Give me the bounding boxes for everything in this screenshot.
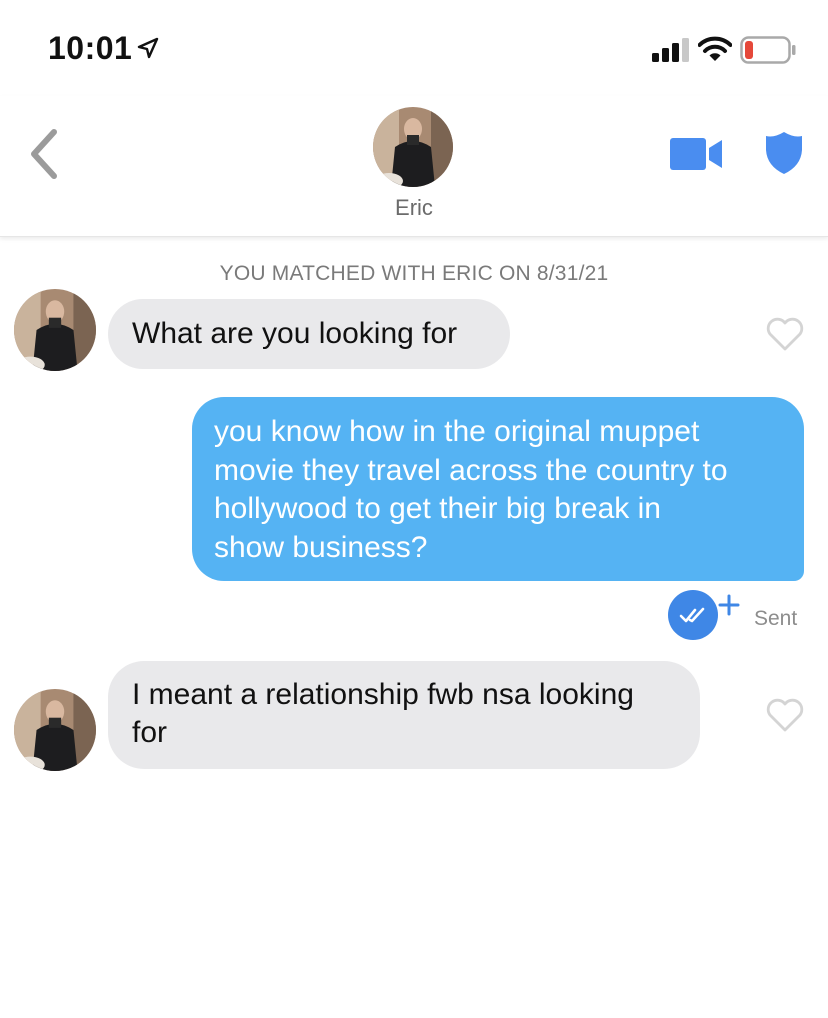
chat-header: Eric	[0, 96, 828, 237]
match-notice: YOU MATCHED WITH ERIC ON 8/31/21	[219, 262, 609, 285]
battery-low-icon	[740, 36, 796, 64]
message-bubble-incoming[interactable]: I meant a relationship fwb nsa looking f…	[108, 661, 700, 769]
avatar-photo	[373, 107, 453, 187]
avatar-photo	[14, 689, 96, 771]
message-line: for	[132, 716, 168, 749]
message-text: What are you looking for	[132, 317, 458, 350]
safety-shield-icon[interactable]	[764, 130, 804, 176]
header-avatar[interactable]	[373, 107, 453, 187]
message-line: you know how in the original muppet	[214, 415, 700, 448]
heart-icon[interactable]	[765, 697, 805, 733]
message-line: hollywood to get their big break in	[214, 492, 661, 525]
sender-avatar[interactable]	[14, 689, 96, 771]
read-receipt-badge[interactable]	[668, 590, 718, 640]
plus-icon[interactable]	[718, 594, 740, 616]
message-line: show business?	[214, 530, 428, 564]
sent-status: Sent	[754, 607, 798, 630]
location-arrow-icon	[137, 37, 159, 59]
sender-avatar[interactable]	[14, 289, 96, 371]
message-bubble-incoming[interactable]: What are you looking for	[108, 299, 510, 369]
message-bubble-outgoing[interactable]: you know how in the original muppet movi…	[192, 397, 804, 581]
video-call-icon[interactable]	[668, 134, 724, 174]
message-line: movie they travel across the country to	[214, 453, 728, 487]
wifi-icon	[698, 36, 732, 61]
double-check-icon	[679, 607, 705, 623]
message-line: I meant a relationship fwb nsa looking	[132, 678, 634, 711]
avatar-photo	[14, 289, 96, 371]
heart-icon[interactable]	[765, 316, 805, 352]
chevron-left-icon	[31, 129, 57, 179]
status-time: 10:01	[48, 30, 133, 66]
signal-icon	[652, 38, 689, 62]
back-button[interactable]	[24, 126, 68, 182]
match-name[interactable]: Eric	[0, 195, 828, 221]
status-bar: 10:01	[0, 0, 828, 96]
